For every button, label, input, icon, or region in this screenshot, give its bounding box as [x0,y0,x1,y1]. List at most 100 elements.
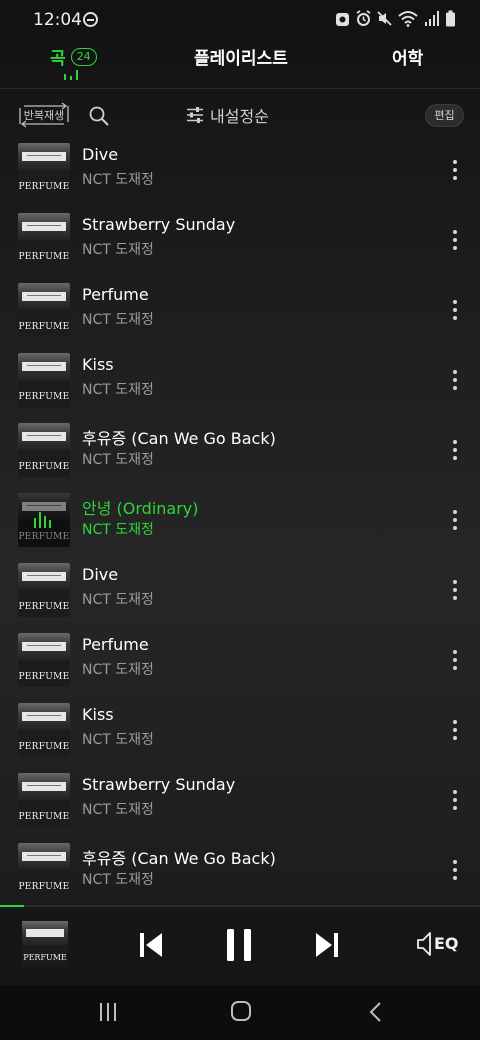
battery-icon [446,10,455,27]
more-options-icon[interactable] [444,498,466,538]
status-time: 12:04 [33,10,82,30]
song-artist: NCT 도재정 [82,172,154,188]
progress-bar[interactable] [0,905,480,907]
sliders-icon [187,107,203,123]
data-saver-icon [336,13,349,26]
album-art: PERFUME [18,283,70,337]
song-artist: NCT 도재정 [82,662,154,678]
progress-fill [0,905,24,907]
tab-songs-label: 곡 [50,49,66,69]
song-title: Strawberry Sunday [82,775,236,794]
album-art: PERFUME [18,773,70,827]
status-bar: 12:04 [0,0,480,40]
album-art: PERFUME [18,563,70,617]
now-playing-equalizer-icon [34,512,56,528]
album-art-word: PERFUME [18,252,70,262]
song-artist: NCT 도재정 [82,522,154,538]
home-icon[interactable] [231,1001,251,1021]
song-row[interactable]: PERFUME Kiss NCT 도재정 [0,700,480,770]
album-art: PERFUME [18,353,70,407]
more-options-icon[interactable] [444,708,466,748]
sort-label: 내설정순 [210,107,269,126]
speaker-icon [417,932,431,956]
edit-button[interactable]: 편집 [425,104,464,127]
album-art: PERFUME [18,843,70,897]
song-title: Kiss [82,355,114,374]
song-title: 후유증 (Can We Go Back) [82,849,276,868]
sort-button[interactable]: 내설정순 [186,103,269,127]
album-art: PERFUME [18,703,70,757]
album-art-word: PERFUME [18,392,70,402]
more-options-icon[interactable] [444,288,466,328]
album-art-word: PERFUME [18,812,70,822]
back-icon[interactable] [366,1001,386,1023]
song-row[interactable]: PERFUME Perfume NCT 도재정 [0,280,480,350]
more-options-icon[interactable] [444,218,466,258]
more-options-icon[interactable] [444,148,466,188]
song-title: Dive [82,565,119,584]
do-not-disturb-icon [83,12,98,27]
equalizer-button[interactable]: EQ [416,929,460,959]
eq-label: EQ [434,934,459,953]
album-art-word: PERFUME [18,672,70,682]
song-artist: NCT 도재정 [82,592,154,608]
now-playing-album-art[interactable]: PERFUME [22,921,68,967]
mute-icon [377,11,392,26]
more-options-icon[interactable] [444,358,466,398]
mini-player: PERFUME EQ [0,905,480,985]
status-icons [335,10,456,27]
album-art-word: PERFUME [18,462,70,472]
song-artist: NCT 도재정 [82,872,154,888]
recent-apps-icon[interactable] [98,1003,120,1023]
song-count-badge: 24 [70,47,97,66]
music-app-screen: 12:04 곡 24 플레이리스트 어학 반복재생 내설정순 편집 PERFUM… [0,0,480,1040]
song-artist: NCT 도재정 [82,452,154,468]
tab-language-learning[interactable]: 어학 [392,44,423,69]
song-row[interactable]: PERFUME Strawberry Sunday NCT 도재정 [0,210,480,280]
more-options-icon[interactable] [444,778,466,818]
song-row[interactable]: PERFUME Dive NCT 도재정 [0,560,480,630]
tabs-divider [0,88,480,89]
song-title: Perfume [82,635,149,654]
repeat-play-button[interactable]: 반복재생 [18,102,70,128]
album-art-word: PERFUME [18,742,70,752]
search-icon[interactable] [88,105,110,127]
song-row[interactable]: PERFUME 후유증 (Can We Go Back) NCT 도재정 [0,840,480,905]
song-title: Perfume [82,285,149,304]
previous-track-icon[interactable] [138,931,164,959]
signal-icon [425,11,439,26]
more-options-icon[interactable] [444,568,466,608]
album-art: PERFUME [18,143,70,197]
album-art: PERFUME [18,633,70,687]
song-row[interactable]: PERFUME Kiss NCT 도재정 [0,350,480,420]
pause-icon[interactable] [224,928,254,962]
more-options-icon[interactable] [444,428,466,468]
album-art: PERFUME [18,493,70,547]
song-artist: NCT 도재정 [82,312,154,328]
song-artist: NCT 도재정 [82,732,154,748]
album-art-word: PERFUME [18,182,70,192]
next-track-icon[interactable] [314,931,340,959]
more-options-icon[interactable] [444,638,466,678]
album-art: PERFUME [18,423,70,477]
song-row[interactable]: PERFUME Strawberry Sunday NCT 도재정 [0,770,480,840]
song-row[interactable]: PERFUME Perfume NCT 도재정 [0,630,480,700]
song-artist: NCT 도재정 [82,802,154,818]
song-row[interactable]: PERFUME 후유증 (Can We Go Back) NCT 도재정 [0,420,480,490]
tab-songs[interactable]: 곡 24 [50,44,97,69]
song-list: PERFUME Dive NCT 도재정 PERFUME Strawberry Sund… [0,140,480,905]
list-toolbar: 반복재생 내설정순 편집 [0,100,480,132]
song-title: Strawberry Sunday [82,215,236,234]
album-art-word: PERFUME [23,953,67,962]
tab-playlist[interactable]: 플레이리스트 [194,44,288,69]
wifi-icon [398,11,418,27]
song-artist: NCT 도재정 [82,242,154,258]
more-options-icon[interactable] [444,848,466,888]
album-art-word: PERFUME [18,322,70,332]
system-nav-bar [0,985,480,1040]
song-title: Kiss [82,705,114,724]
song-row[interactable]: PERFUME Dive NCT 도재정 [0,140,480,210]
song-title: 후유증 (Can We Go Back) [82,429,276,448]
song-artist: NCT 도재정 [82,382,154,398]
song-row-now-playing[interactable]: PERFUME 안녕 (Ordinary) NCT 도재정 [0,490,480,560]
